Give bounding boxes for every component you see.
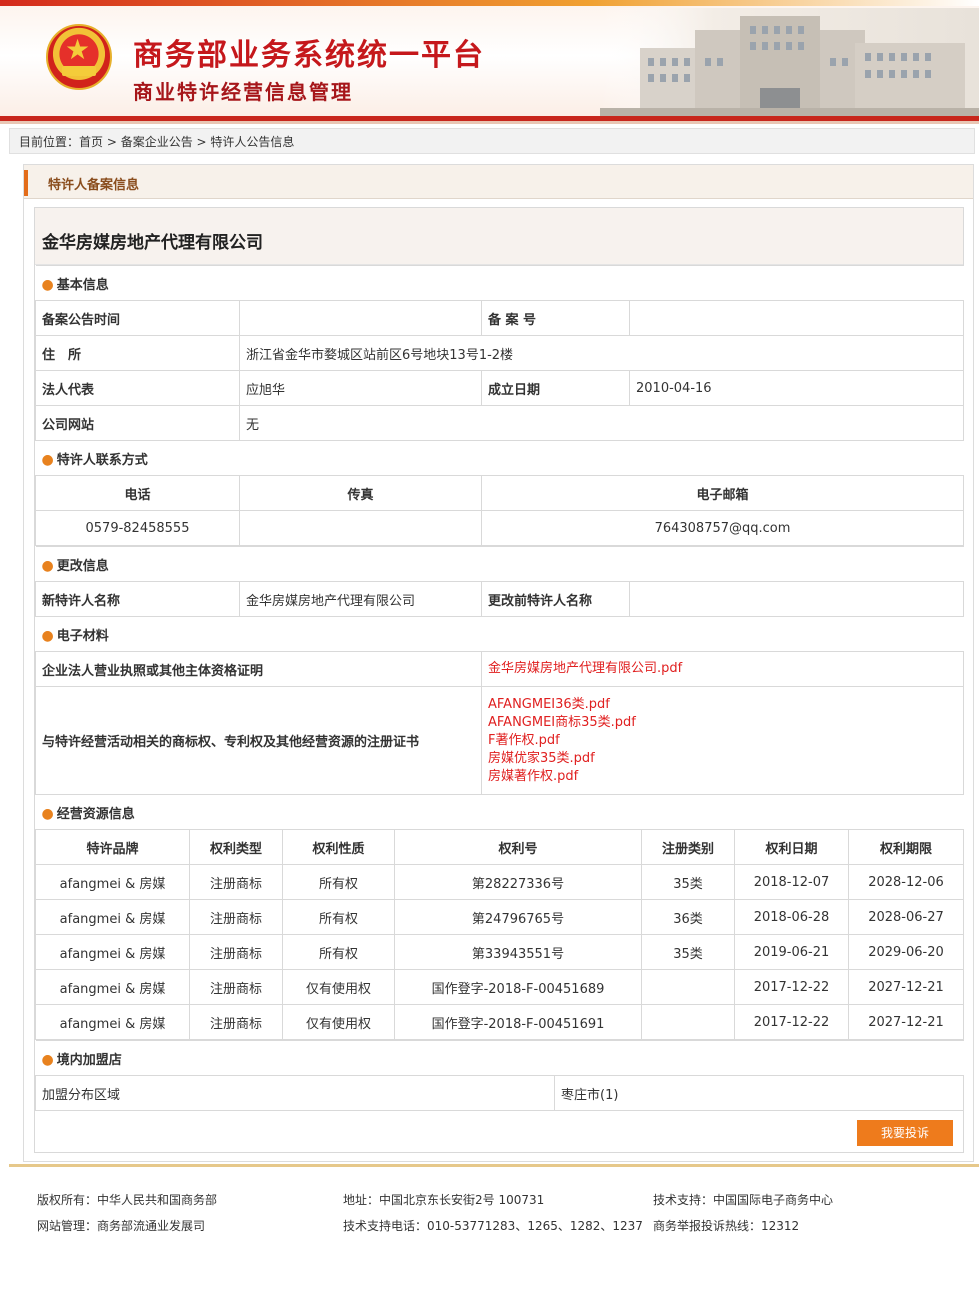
website-label: 公司网站 bbox=[35, 405, 240, 441]
footer-manager: 网站管理：商务部流通业发展司 bbox=[37, 1219, 206, 1233]
old-name-label: 更改前特许人名称 bbox=[481, 581, 630, 617]
bullet-icon: ● bbox=[41, 805, 54, 822]
panel-header: 特许人备案信息 bbox=[24, 165, 973, 199]
site-footer: 版权所有：中华人民共和国商务部 网站管理：商务部流通业发展司 地址：中国北京东长… bbox=[9, 1167, 979, 1309]
col-header-brand: 特许品牌 bbox=[35, 829, 190, 865]
section-change-info: ● 更改信息 bbox=[35, 546, 964, 582]
col-header-right-no: 权利号 bbox=[394, 829, 642, 865]
bullet-icon: ● bbox=[41, 557, 54, 574]
col-header-date: 权利日期 bbox=[734, 829, 849, 865]
materials-table: ● 电子材料 企业法人营业执照或其他主体资格证明 金华房媒房地产代理有限公司.pd… bbox=[35, 616, 965, 795]
section-basic-info: ● 基本信息 bbox=[35, 265, 964, 301]
breadcrumb: 目前位置：首页 > 备案企业公告 > 特许人公告信息 bbox=[9, 128, 975, 154]
footer-copyright: 版权所有：中华人民共和国商务部 bbox=[37, 1193, 218, 1207]
national-emblem-icon: ★ bbox=[46, 24, 112, 90]
phone-header: 电话 bbox=[35, 475, 240, 511]
stores-table: ● 境内加盟店 加盟分布区域 枣庄市(1) bbox=[35, 1040, 965, 1111]
license-file-link[interactable]: 金华房媒房地产代理有限公司.pdf bbox=[488, 660, 957, 678]
header-top-stripe bbox=[0, 0, 979, 6]
col-header-term: 权利期限 bbox=[847, 829, 965, 865]
cert-file-link[interactable]: AFANGMEI36类.pdf bbox=[488, 696, 957, 714]
col-header-right-type: 权利类型 bbox=[189, 829, 283, 865]
breadcrumb-home-link[interactable]: 首页 bbox=[79, 135, 103, 149]
building-illustration bbox=[600, 8, 979, 116]
bullet-icon: ● bbox=[41, 1051, 54, 1068]
footer-col-3: 技术支持：中国国际电子商务中心 商务举报投诉热线：12312 bbox=[653, 1187, 833, 1239]
col-header-class: 注册类别 bbox=[641, 829, 735, 865]
change-info-table: ● 更改信息 新特许人名称 金华房媒房地产代理有限公司 更改前特许人名称 bbox=[35, 546, 965, 617]
table-row: afangmei & 房媒 注册商标 所有权 第33943551号 35类 2019-06… bbox=[35, 934, 965, 970]
footer-col-2: 地址：中国北京东长安街2号 100731 技术支持电话：010-53771283… bbox=[343, 1187, 643, 1239]
cert-file-link[interactable]: 房媒著作权.pdf bbox=[488, 768, 957, 786]
company-name: 金华房媒房地产代理有限公司 bbox=[42, 233, 263, 253]
col-header-right-nature: 权利性质 bbox=[282, 829, 395, 865]
breadcrumb-prefix: 目前位置： bbox=[19, 135, 80, 149]
cert-file-link[interactable]: 房媒优家35类.pdf bbox=[488, 750, 957, 768]
new-name-value: 金华房媒房地产代理有限公司 bbox=[239, 581, 482, 617]
site-title: 商务部业务系统统一平台 bbox=[133, 38, 485, 73]
footer-tech-support: 技术支持：中国国际电子商务中心 bbox=[653, 1193, 834, 1207]
panel-title: 特许人备案信息 bbox=[48, 178, 140, 193]
email-value: 764308757@qq.com bbox=[480, 510, 965, 546]
founded-value: 2010-04-16 bbox=[628, 370, 965, 406]
record-panel: 特许人备案信息 金华房媒房地产代理有限公司 ● 基本信息 备案公告时间 备 案 号… bbox=[23, 164, 974, 1162]
announce-time-value bbox=[239, 300, 482, 336]
company-title-bar: 金华房媒房地产代理有限公司 bbox=[35, 208, 963, 265]
section-materials: ● 电子材料 bbox=[35, 616, 964, 652]
resources-table: ● 经营资源信息 特许品牌 权利类型 权利性质 权利号 注册类别 权利日期 权利期… bbox=[35, 794, 965, 1040]
section-stores: ● 境内加盟店 bbox=[35, 1040, 964, 1076]
record-no-label: 备 案 号 bbox=[481, 300, 630, 336]
table-row: afangmei & 房媒 注册商标 所有权 第24796765号 36类 2018-06… bbox=[35, 899, 965, 935]
new-name-label: 新特许人名称 bbox=[35, 581, 240, 617]
contact-table: ● 特许人联系方式 电话 传真 电子邮箱 0579-82458555 764308… bbox=[35, 440, 965, 546]
footer-tech-phone: 技术支持电话：010-53771283、1265、1282、1237 bbox=[343, 1219, 643, 1233]
store-area-value: 枣庄市(1) bbox=[553, 1075, 965, 1111]
address-label: 住 所 bbox=[35, 335, 240, 371]
store-area-label: 加盟分布区域 bbox=[35, 1075, 555, 1111]
bullet-icon: ● bbox=[41, 451, 54, 468]
table-row: afangmei & 房媒 注册商标 仅有使用权 国作登字-2018-F-004516… bbox=[35, 1004, 965, 1040]
record-content: 金华房媒房地产代理有限公司 ● 基本信息 备案公告时间 备 案 号 住 所 浙江省… bbox=[34, 207, 965, 1153]
founded-label: 成立日期 bbox=[481, 370, 630, 406]
footer-address: 地址：中国北京东长安街2号 100731 bbox=[343, 1193, 545, 1207]
table-row: afangmei & 房媒 注册商标 所有权 第28227336号 35类 2018-12… bbox=[35, 864, 965, 900]
cert-files: AFANGMEI36类.pdf AFANGMEI商标35类.pdf F著作权.p… bbox=[480, 686, 965, 795]
breadcrumb-current: 特许人公告信息 bbox=[210, 135, 295, 149]
phone-value: 0579-82458555 bbox=[35, 510, 240, 546]
cert-file-link[interactable]: AFANGMEI商标35类.pdf bbox=[488, 714, 957, 732]
cert-file-link[interactable]: F著作权.pdf bbox=[488, 732, 957, 750]
address-value: 浙江省金华市婺城区站前区6号地块13号1-2楼 bbox=[238, 335, 965, 371]
announce-time-label: 备案公告时间 bbox=[35, 300, 240, 336]
fax-value bbox=[239, 510, 482, 546]
bullet-icon: ● bbox=[41, 276, 54, 293]
site-header: ★ 商务部业务系统统一平台 商业特许经营信息管理 bbox=[0, 0, 979, 124]
site-subtitle: 商业特许经营信息管理 bbox=[133, 80, 353, 104]
license-files: 金华房媒房地产代理有限公司.pdf bbox=[480, 651, 965, 687]
license-label: 企业法人营业执照或其他主体资格证明 bbox=[35, 651, 482, 687]
footer-hotline: 商务举报投诉热线：12312 bbox=[653, 1219, 800, 1233]
fax-header: 传真 bbox=[239, 475, 482, 511]
table-row: afangmei & 房媒 注册商标 仅有使用权 国作登字-2018-F-004516… bbox=[35, 969, 965, 1005]
legal-rep-label: 法人代表 bbox=[35, 370, 240, 406]
cert-label: 与特许经营活动相关的商标权、专利权及其他经营资源的注册证书 bbox=[35, 686, 482, 795]
website-value: 无 bbox=[238, 405, 965, 441]
basic-info-table: ● 基本信息 备案公告时间 备 案 号 住 所 浙江省金华市婺城区站前区6号地块1… bbox=[35, 265, 965, 441]
old-name-value bbox=[628, 581, 965, 617]
record-no-value bbox=[628, 300, 965, 336]
bullet-icon: ● bbox=[41, 627, 54, 644]
email-header: 电子邮箱 bbox=[480, 475, 965, 511]
legal-rep-value: 应旭华 bbox=[239, 370, 482, 406]
footer-col-1: 版权所有：中华人民共和国商务部 网站管理：商务部流通业发展司 bbox=[37, 1187, 217, 1239]
breadcrumb-announcement-link[interactable]: 备案企业公告 bbox=[121, 135, 193, 149]
section-resources: ● 经营资源信息 bbox=[35, 794, 964, 830]
complain-button[interactable]: 我要投诉 bbox=[857, 1120, 953, 1146]
section-contact: ● 特许人联系方式 bbox=[35, 440, 964, 476]
